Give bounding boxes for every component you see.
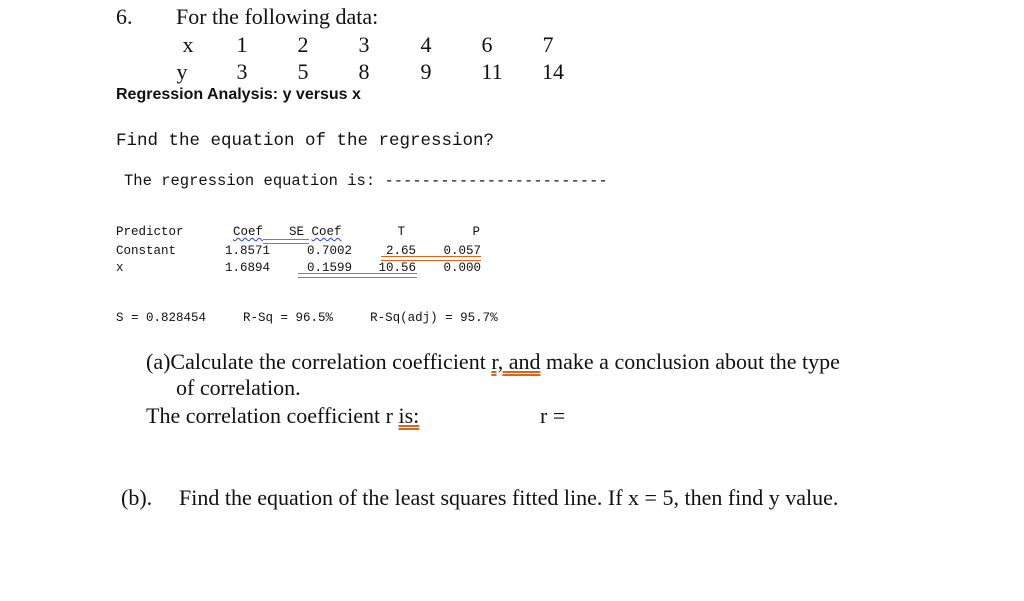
x-value: 6 — [481, 32, 493, 57]
part-b-label: (b). — [121, 485, 153, 510]
stat-rsq: R-Sq = 96.5% — [243, 311, 334, 325]
row-coef: 1.6894 — [224, 261, 270, 275]
header-t: T — [397, 225, 405, 239]
part-a-label: (a) — [146, 349, 171, 374]
x-label: x — [182, 32, 194, 57]
fit-statistics: S = 0.828454 R-Sq = 96.5% R-Sq(adj) = 95… — [116, 311, 498, 325]
part-a-underlined: r, and — [491, 349, 541, 374]
header-p: P — [472, 225, 480, 239]
regression-equation-line: The regression equation is: ------------… — [124, 172, 608, 190]
x-value: 7 — [542, 32, 554, 57]
y-value: 8 — [358, 59, 370, 84]
row-coef: 1.8571 — [224, 244, 270, 258]
part-a-text-after: make a conclusion about the type — [540, 349, 840, 374]
stat-s: S = 0.828454 — [116, 311, 207, 325]
row-se-coef: 0.7002 — [306, 244, 352, 258]
spellcheck-underline — [298, 273, 417, 278]
y-value: 5 — [297, 59, 309, 84]
find-equation-prompt: Find the equation of the regression? — [116, 131, 495, 151]
x-value: 4 — [420, 32, 432, 57]
answer-prefix: The correlation coefficient r — [146, 403, 399, 428]
header-coef2: Coef — [311, 225, 342, 239]
y-value: 3 — [236, 59, 248, 84]
question-number: 6. — [116, 4, 133, 29]
part-a-question-line2: of correlation. — [176, 375, 301, 400]
x-value: 2 — [297, 32, 309, 57]
row-predictor: x — [116, 261, 124, 275]
y-value: 11 — [481, 59, 503, 84]
stat-rsq-adj: R-Sq(adj) = 95.7% — [370, 311, 498, 325]
row-p: 0.000 — [443, 261, 481, 275]
x-value: 1 — [236, 32, 248, 57]
part-a-question: (a)Calculate the correlation coefficient… — [146, 349, 840, 375]
y-value: 14 — [542, 59, 564, 84]
row-predictor: Constant — [116, 244, 177, 258]
part-b-question: Find the equation of the least squares f… — [179, 485, 839, 510]
x-value: 3 — [358, 32, 370, 57]
correlation-answer-line: The correlation coefficient r is: — [146, 403, 419, 429]
y-label: y — [176, 59, 188, 84]
header-se-coef: SE Coef — [289, 225, 342, 239]
header-predictor: Predictor — [116, 225, 184, 239]
answer-underlined: is: — [398, 403, 420, 428]
question-heading: For the following data: — [176, 4, 379, 29]
header-coef: Coef — [233, 225, 264, 239]
y-value: 9 — [420, 59, 432, 84]
header-se: SE — [289, 225, 305, 239]
part-a-text: Calculate the correlation coefficient — [170, 349, 492, 374]
regression-title: Regression Analysis: y versus x — [116, 86, 361, 103]
r-equals: r = — [540, 403, 566, 428]
